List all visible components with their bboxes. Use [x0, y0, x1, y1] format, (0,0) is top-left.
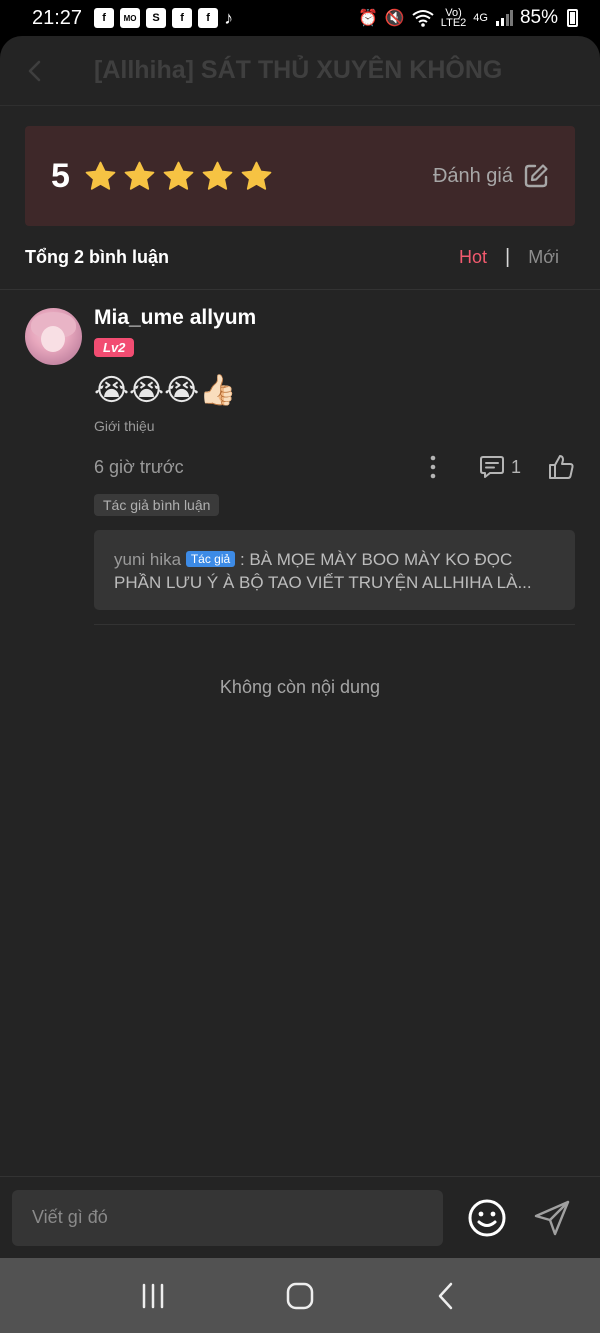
star-icon: [163, 161, 194, 190]
star-icon: [202, 161, 233, 190]
comment-meta: 6 giờ trước 1: [94, 452, 575, 482]
like-icon[interactable]: [547, 453, 575, 481]
status-time: 21:27: [32, 6, 83, 29]
edit-icon: [524, 164, 548, 188]
more-options-icon[interactable]: [423, 454, 443, 480]
rate-button-label: Đánh giá: [432, 164, 513, 187]
comment-summary: Tổng 2 bình luận Hot | Mới: [0, 226, 600, 290]
star-icon: [85, 161, 116, 190]
volte-indicator: Vo) LTE2: [440, 7, 467, 29]
home-icon[interactable]: [283, 1279, 317, 1313]
comment-username[interactable]: Mia_ume allyum: [94, 306, 575, 330]
end-of-content: Không còn nội dung: [219, 677, 381, 697]
mute-icon: 🔇: [384, 10, 405, 27]
reply-count: 1: [510, 456, 521, 477]
avatar[interactable]: [25, 308, 82, 365]
recent-apps-icon[interactable]: [136, 1279, 170, 1313]
comment-bubble-icon: [479, 456, 504, 478]
alarm-icon: ⏰: [357, 10, 378, 27]
rating-card: 5 Đánh giá: [25, 126, 575, 226]
comment-item: Mia_ume allyum Lv2 😭😭😭👍🏻 Giới thiệu 6 gi…: [0, 290, 600, 625]
tab-new[interactable]: Mới: [528, 247, 559, 268]
comment-content: 😭😭😭👍🏻: [94, 374, 237, 407]
comment-input[interactable]: [12, 1189, 443, 1246]
rate-button[interactable]: Đánh giá: [433, 163, 549, 189]
battery-icon: [567, 9, 578, 27]
tab-separator: |: [505, 246, 511, 268]
signal-icon: [495, 10, 513, 26]
comment-composer: [0, 1176, 600, 1258]
send-icon[interactable]: [533, 1199, 571, 1237]
tab-hot[interactable]: Hot: [459, 247, 487, 268]
wifi-icon: [412, 10, 434, 27]
shopee-icon: S: [146, 8, 167, 28]
author-badge: Tác giả: [185, 551, 236, 567]
tiktok-icon: ♪: [224, 7, 234, 28]
sort-tabs: Hot | Mới: [459, 246, 575, 269]
reply-button[interactable]: 1: [479, 454, 521, 480]
intro-label[interactable]: Giới thiệu: [94, 418, 575, 434]
reply-author-name: yuni hika: [114, 550, 182, 569]
reply-preview[interactable]: yuni hika Tác giả : BÀ MỌE MÀY BOO MÀY K…: [94, 530, 575, 610]
facebook-icon: f: [94, 8, 115, 28]
comment-total: Tổng 2 bình luận: [25, 247, 169, 267]
momo-icon: MO: [120, 8, 141, 28]
comment-actions: 1: [423, 453, 575, 481]
top-bar: [Allhiha] SÁT THỦ XUYÊN KHÔNG: [0, 36, 600, 106]
comment-time: 6 giờ trước: [94, 456, 184, 477]
rating-stars: [84, 160, 273, 193]
facebook-icon: f: [198, 8, 219, 28]
author-commented-tag: Tác giả bình luận: [94, 494, 220, 516]
system-icons: ⏰ 🔇 Vo) LTE2 4G 85%: [358, 7, 578, 29]
comments-sheet: [Allhiha] SÁT THỦ XUYÊN KHÔNG 5 Đánh giá…: [0, 36, 600, 1258]
network-type: 4G: [473, 12, 488, 24]
system-nav-bar: [0, 1258, 600, 1333]
level-badge: Lv2: [94, 338, 135, 357]
star-icon: [124, 161, 155, 190]
page-title: [Allhiha] SÁT THỦ XUYÊN KHÔNG: [94, 56, 503, 84]
back-icon[interactable]: [24, 60, 46, 82]
emoji-icon[interactable]: [467, 1198, 507, 1238]
battery-percent: 85%: [519, 7, 558, 28]
facebook-icon: f: [172, 8, 193, 28]
status-bar: 21:27 f MO S f f ♪ ⏰ 🔇 Vo) LTE2 4G 85%: [0, 0, 600, 36]
back-nav-icon[interactable]: [430, 1279, 464, 1313]
divider: [94, 624, 575, 625]
notification-icons: f MO S f f ♪: [94, 8, 233, 29]
star-icon: [241, 161, 272, 190]
rating-score: 5: [51, 156, 70, 195]
